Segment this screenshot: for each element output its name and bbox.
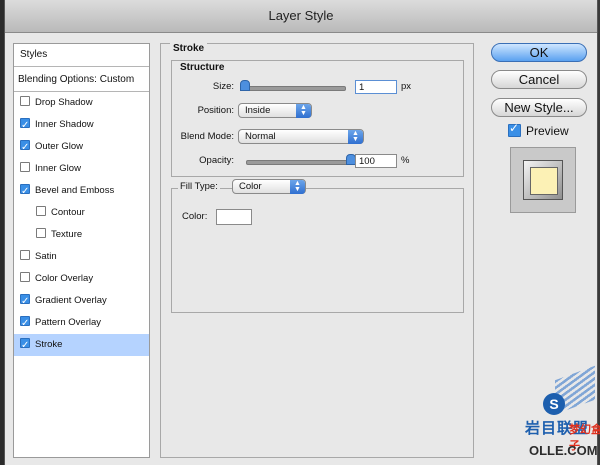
style-checkbox[interactable] bbox=[20, 250, 30, 261]
style-item-label: Bevel and Emboss bbox=[35, 185, 115, 196]
dialog-title: Layer Style bbox=[268, 8, 334, 23]
opacity-label: Opacity: bbox=[199, 155, 234, 166]
style-checkbox[interactable] bbox=[20, 181, 30, 203]
style-item-gradient-overlay[interactable]: Gradient Overlay bbox=[14, 290, 149, 313]
fill-type-group: Fill Type: Color ▲ ▼ Color: bbox=[171, 179, 464, 313]
stroke-section-title: Stroke bbox=[170, 43, 208, 54]
style-item-label: Pattern Overlay bbox=[35, 317, 101, 328]
opacity-unit: % bbox=[401, 155, 410, 166]
style-item-label: Contour bbox=[51, 207, 85, 218]
style-item-label: Satin bbox=[35, 251, 57, 262]
watermark-url: OLLE.COM bbox=[529, 443, 598, 458]
position-value: Inside bbox=[245, 105, 271, 116]
preview-fill bbox=[530, 167, 558, 195]
fill-type-select[interactable]: Color ▲ ▼ bbox=[232, 179, 306, 194]
style-item-label: Gradient Overlay bbox=[35, 295, 107, 306]
preview-label: Preview bbox=[526, 124, 569, 138]
blend-mode-label: Blend Mode: bbox=[180, 131, 234, 142]
style-checkbox[interactable] bbox=[20, 335, 30, 357]
style-item-label: Inner Shadow bbox=[35, 119, 94, 130]
style-checkbox[interactable] bbox=[36, 228, 46, 239]
style-item-label: Color Overlay bbox=[35, 273, 94, 284]
style-item-label: Texture bbox=[51, 229, 83, 240]
style-item-outer-glow[interactable]: Outer Glow bbox=[14, 136, 149, 159]
structure-group: Structure Size: 1 px Position: Inside ▲ ▼… bbox=[171, 60, 464, 177]
style-item-texture[interactable]: Texture bbox=[14, 224, 149, 246]
style-checkbox[interactable] bbox=[20, 137, 30, 159]
blend-mode-select[interactable]: Normal ▲ ▼ bbox=[238, 129, 364, 144]
cancel-button[interactable]: Cancel bbox=[491, 70, 587, 89]
preview-checkbox[interactable] bbox=[508, 121, 521, 138]
stroke-panel: Stroke Structure Size: 1 px Position: In… bbox=[160, 43, 474, 458]
opacity-slider-track[interactable] bbox=[246, 160, 352, 165]
select-arrows-icon: ▲ ▼ bbox=[348, 130, 363, 144]
styles-list: Styles Blending Options: Custom Drop Sha… bbox=[13, 43, 150, 458]
position-select[interactable]: Inside ▲ ▼ bbox=[238, 103, 312, 118]
style-item-inner-glow[interactable]: Inner Glow bbox=[14, 158, 149, 180]
blend-mode-value: Normal bbox=[245, 131, 276, 142]
size-unit: px bbox=[401, 81, 412, 92]
style-preview-thumbnail bbox=[510, 147, 576, 213]
style-item-drop-shadow[interactable]: Drop Shadow bbox=[14, 92, 149, 114]
layer-style-dialog: Layer Style Styles Blending Options: Cus… bbox=[4, 0, 600, 465]
style-checkbox[interactable] bbox=[36, 206, 46, 217]
style-item-color-overlay[interactable]: Color Overlay bbox=[14, 268, 149, 290]
color-label: Color: bbox=[182, 211, 208, 222]
style-item-contour[interactable]: Contour bbox=[14, 202, 149, 224]
style-item-inner-shadow[interactable]: Inner Shadow bbox=[14, 114, 149, 137]
style-item-stroke[interactable]: Stroke bbox=[14, 334, 149, 357]
structure-title: Structure bbox=[180, 62, 225, 73]
blending-options-item[interactable]: Blending Options: Custom bbox=[14, 69, 149, 92]
preview-checkbox-row[interactable]: Preview bbox=[508, 121, 569, 138]
watermark-logo: S 岩目联盟 梦幻盒子 OLLE.COM bbox=[525, 365, 600, 465]
style-item-label: Drop Shadow bbox=[35, 97, 93, 108]
fill-type-label: Fill Type: bbox=[178, 181, 220, 192]
dialog-content: Styles Blending Options: Custom Drop Sha… bbox=[5, 33, 597, 465]
style-item-label: Outer Glow bbox=[35, 141, 84, 152]
position-label: Position: bbox=[197, 105, 234, 116]
fill-type-value: Color bbox=[239, 181, 262, 192]
style-checkbox[interactable] bbox=[20, 291, 30, 313]
opacity-input[interactable]: 100 bbox=[355, 154, 397, 168]
ok-button[interactable]: OK bbox=[491, 43, 587, 62]
style-item-label: Inner Glow bbox=[35, 163, 81, 174]
style-checkbox[interactable] bbox=[20, 162, 30, 173]
style-checkbox[interactable] bbox=[20, 272, 30, 283]
new-style-button[interactable]: New Style... bbox=[491, 98, 587, 117]
style-item-bevel-and-emboss[interactable]: Bevel and Emboss bbox=[14, 180, 149, 203]
color-swatch[interactable] bbox=[216, 209, 252, 225]
style-item-satin[interactable]: Satin bbox=[14, 246, 149, 268]
size-label: Size: bbox=[212, 81, 234, 92]
style-item-label: Stroke bbox=[35, 339, 63, 350]
preview-bevel bbox=[523, 160, 563, 200]
style-items: Drop Shadow Inner Shadow Outer Glow Inner G… bbox=[14, 92, 149, 357]
watermark-mark: S bbox=[543, 393, 565, 415]
size-slider-track[interactable] bbox=[240, 86, 346, 91]
style-checkbox[interactable] bbox=[20, 115, 30, 137]
select-arrows-icon: ▲ ▼ bbox=[296, 104, 311, 118]
style-checkbox[interactable] bbox=[20, 96, 30, 107]
size-slider-thumb[interactable] bbox=[240, 80, 250, 91]
style-checkbox[interactable] bbox=[20, 313, 30, 335]
dialog-titlebar: Layer Style bbox=[5, 0, 597, 33]
style-item-pattern-overlay[interactable]: Pattern Overlay bbox=[14, 312, 149, 335]
size-input[interactable]: 1 bbox=[355, 80, 397, 94]
styles-header[interactable]: Styles bbox=[14, 44, 149, 67]
select-arrows-icon: ▲ ▼ bbox=[290, 180, 305, 194]
